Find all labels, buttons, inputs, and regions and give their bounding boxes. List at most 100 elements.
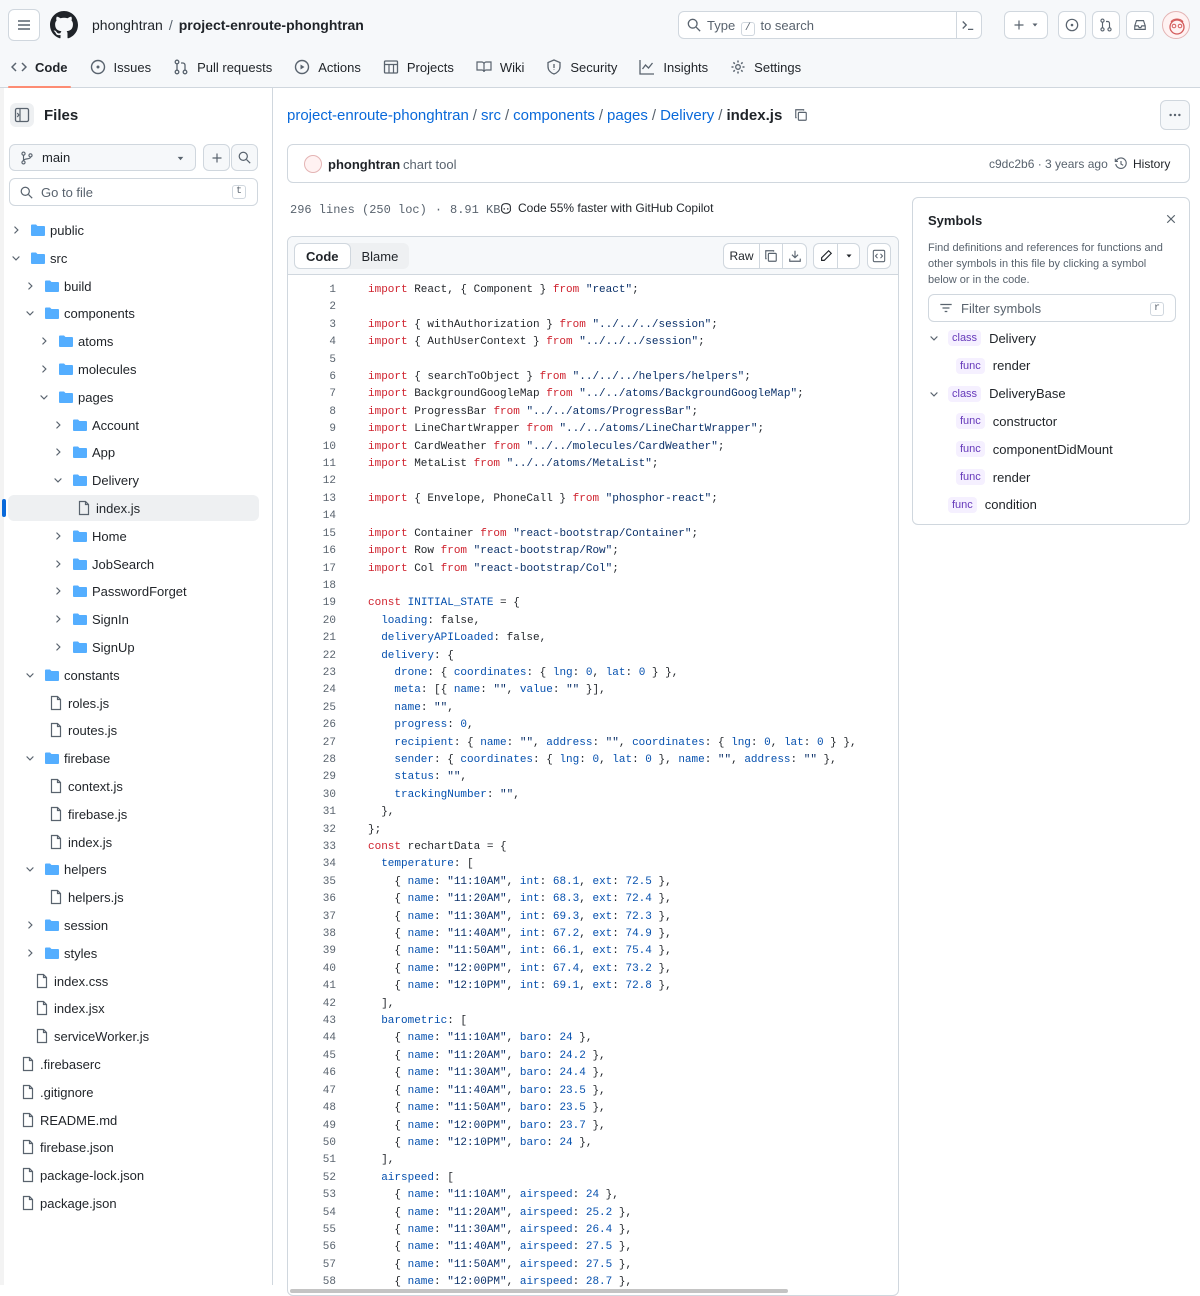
commit-author[interactable]: phonghtran bbox=[328, 157, 400, 172]
branch-selector[interactable]: main bbox=[9, 144, 196, 171]
tree-folder[interactable]: Delivery bbox=[0, 466, 273, 494]
line-number[interactable]: 35 bbox=[288, 874, 336, 891]
code-line[interactable]: 17 import Col from "react-bootstrap/Col"; bbox=[288, 561, 898, 578]
line-number[interactable]: 8 bbox=[288, 404, 336, 421]
code-line[interactable]: 43 barometric: [ bbox=[288, 1013, 898, 1030]
tree-folder[interactable]: helpers bbox=[0, 855, 273, 883]
tree-folder[interactable]: styles bbox=[0, 939, 273, 967]
code-line[interactable]: 4 import { AuthUserContext } from "../../… bbox=[288, 334, 898, 351]
line-number[interactable]: 25 bbox=[288, 700, 336, 717]
tree-file[interactable]: package-lock.json bbox=[0, 1161, 273, 1189]
code-line[interactable]: 38 { name: "11:40AM", int: 67.2, ext: 74… bbox=[288, 926, 898, 943]
line-number[interactable]: 51 bbox=[288, 1152, 336, 1169]
tab-issues[interactable]: Issues bbox=[79, 52, 163, 82]
code-line[interactable]: 30 trackingNumber: "", bbox=[288, 787, 898, 804]
code-line[interactable]: 53 { name: "11:10AM", airspeed: 24 }, bbox=[288, 1187, 898, 1204]
tree-folder[interactable]: Account bbox=[0, 411, 273, 439]
blame-view-button[interactable]: Blame bbox=[351, 243, 410, 269]
line-number[interactable]: 16 bbox=[288, 543, 336, 560]
symbol-item[interactable]: func render bbox=[956, 466, 1030, 488]
collapse-sidebar-button[interactable] bbox=[10, 103, 34, 127]
code-line[interactable]: 52 airspeed: [ bbox=[288, 1170, 898, 1187]
line-number[interactable]: 41 bbox=[288, 978, 336, 995]
command-palette-icon[interactable] bbox=[961, 18, 975, 32]
tree-folder[interactable]: App bbox=[0, 438, 273, 466]
line-number[interactable]: 31 bbox=[288, 804, 336, 821]
code-line[interactable]: 12 bbox=[288, 473, 898, 490]
line-number[interactable]: 29 bbox=[288, 769, 336, 786]
tree-folder[interactable]: SignIn bbox=[0, 605, 273, 633]
code-line[interactable]: 7 import BackgroundGoogleMap from "../../… bbox=[288, 386, 898, 403]
commit-message[interactable]: chart tool bbox=[403, 157, 456, 172]
code-line[interactable]: 23 drone: { coordinates: { lng: 0, lat: … bbox=[288, 665, 898, 682]
code-line[interactable]: 40 { name: "12:00PM", int: 67.4, ext: 73… bbox=[288, 961, 898, 978]
line-number[interactable]: 48 bbox=[288, 1100, 336, 1117]
tree-file[interactable]: roles.js bbox=[0, 689, 273, 717]
download-button[interactable] bbox=[782, 243, 807, 269]
search-input[interactable]: Type / to search bbox=[678, 11, 982, 39]
tab-actions[interactable]: Actions bbox=[283, 52, 372, 82]
line-number[interactable]: 13 bbox=[288, 491, 336, 508]
code-line[interactable]: 36 { name: "11:20AM", int: 68.3, ext: 72… bbox=[288, 891, 898, 908]
code-line[interactable]: 8 import ProgressBar from "../../atoms/Pr… bbox=[288, 404, 898, 421]
code-line[interactable]: 42 ], bbox=[288, 996, 898, 1013]
tree-file[interactable]: README.md bbox=[0, 1106, 273, 1134]
code-line[interactable]: 32}; bbox=[288, 822, 898, 839]
code-line[interactable]: 35 { name: "11:10AM", int: 68.1, ext: 72… bbox=[288, 874, 898, 891]
line-number[interactable]: 45 bbox=[288, 1048, 336, 1065]
line-number[interactable]: 28 bbox=[288, 752, 336, 769]
symbol-item[interactable]: func condition bbox=[948, 494, 1037, 516]
line-number[interactable]: 10 bbox=[288, 439, 336, 456]
line-number[interactable]: 55 bbox=[288, 1222, 336, 1239]
line-number[interactable]: 3 bbox=[288, 317, 336, 334]
line-number[interactable]: 12 bbox=[288, 473, 336, 490]
code-line[interactable]: 33 const rechartData = { bbox=[288, 839, 898, 856]
code-line[interactable]: 3 import { withAuthorization } from "../.… bbox=[288, 317, 898, 334]
line-number[interactable]: 38 bbox=[288, 926, 336, 943]
code-line[interactable]: 49 { name: "12:00PM", baro: 23.7 }, bbox=[288, 1118, 898, 1135]
tab-insights[interactable]: Insights bbox=[628, 52, 719, 82]
issues-button[interactable] bbox=[1058, 11, 1086, 39]
line-number[interactable]: 27 bbox=[288, 735, 336, 752]
tree-file[interactable]: package.json bbox=[0, 1189, 273, 1217]
tab-projects[interactable]: Projects bbox=[372, 52, 465, 82]
line-number[interactable]: 11 bbox=[288, 456, 336, 473]
line-number[interactable]: 37 bbox=[288, 909, 336, 926]
line-number[interactable]: 17 bbox=[288, 561, 336, 578]
tree-file[interactable]: index.jsx bbox=[0, 994, 273, 1022]
user-avatar[interactable] bbox=[1162, 11, 1190, 39]
code-line[interactable]: 18 bbox=[288, 578, 898, 595]
breadcrumb-link[interactable]: src bbox=[481, 107, 501, 124]
tree-folder[interactable]: session bbox=[0, 911, 273, 939]
line-number[interactable]: 42 bbox=[288, 996, 336, 1013]
code-line[interactable]: 34 temperature: [ bbox=[288, 856, 898, 873]
code-line[interactable]: 24 meta: [{ name: "", value: "" }], bbox=[288, 682, 898, 699]
tree-folder[interactable]: atoms bbox=[0, 327, 273, 355]
symbol-item[interactable]: func constructor bbox=[956, 410, 1057, 432]
go-to-file-input[interactable]: Go to file t bbox=[9, 178, 258, 206]
tree-file[interactable]: .firebaserc bbox=[0, 1050, 273, 1078]
code-line[interactable]: 11 import MetaList from "../../atoms/Meta… bbox=[288, 456, 898, 473]
code-line[interactable]: 22 delivery: { bbox=[288, 648, 898, 665]
tab-pull-requests[interactable]: Pull requests bbox=[162, 52, 283, 82]
line-number[interactable]: 18 bbox=[288, 578, 336, 595]
tree-file[interactable]: firebase.js bbox=[0, 800, 273, 828]
code-line[interactable]: 56 { name: "11:40AM", airspeed: 27.5 }, bbox=[288, 1239, 898, 1256]
line-number[interactable]: 23 bbox=[288, 665, 336, 682]
add-file-button[interactable] bbox=[203, 144, 230, 171]
pull-requests-button[interactable] bbox=[1092, 11, 1120, 39]
breadcrumb-link[interactable]: pages bbox=[607, 107, 648, 124]
line-number[interactable]: 4 bbox=[288, 334, 336, 351]
tab-code[interactable]: Code bbox=[0, 52, 79, 88]
code-line[interactable]: 5 bbox=[288, 352, 898, 369]
line-number[interactable]: 21 bbox=[288, 630, 336, 647]
symbol-item[interactable]: func render bbox=[956, 355, 1030, 377]
tree-folder[interactable]: build bbox=[0, 272, 273, 300]
code-line[interactable]: 14 bbox=[288, 508, 898, 525]
line-number[interactable]: 54 bbox=[288, 1205, 336, 1222]
tree-file[interactable]: firebase.json bbox=[0, 1133, 273, 1161]
line-number[interactable]: 26 bbox=[288, 717, 336, 734]
tree-folder[interactable]: Home bbox=[0, 522, 273, 550]
line-number[interactable]: 22 bbox=[288, 648, 336, 665]
close-symbols-button[interactable] bbox=[1165, 213, 1177, 225]
